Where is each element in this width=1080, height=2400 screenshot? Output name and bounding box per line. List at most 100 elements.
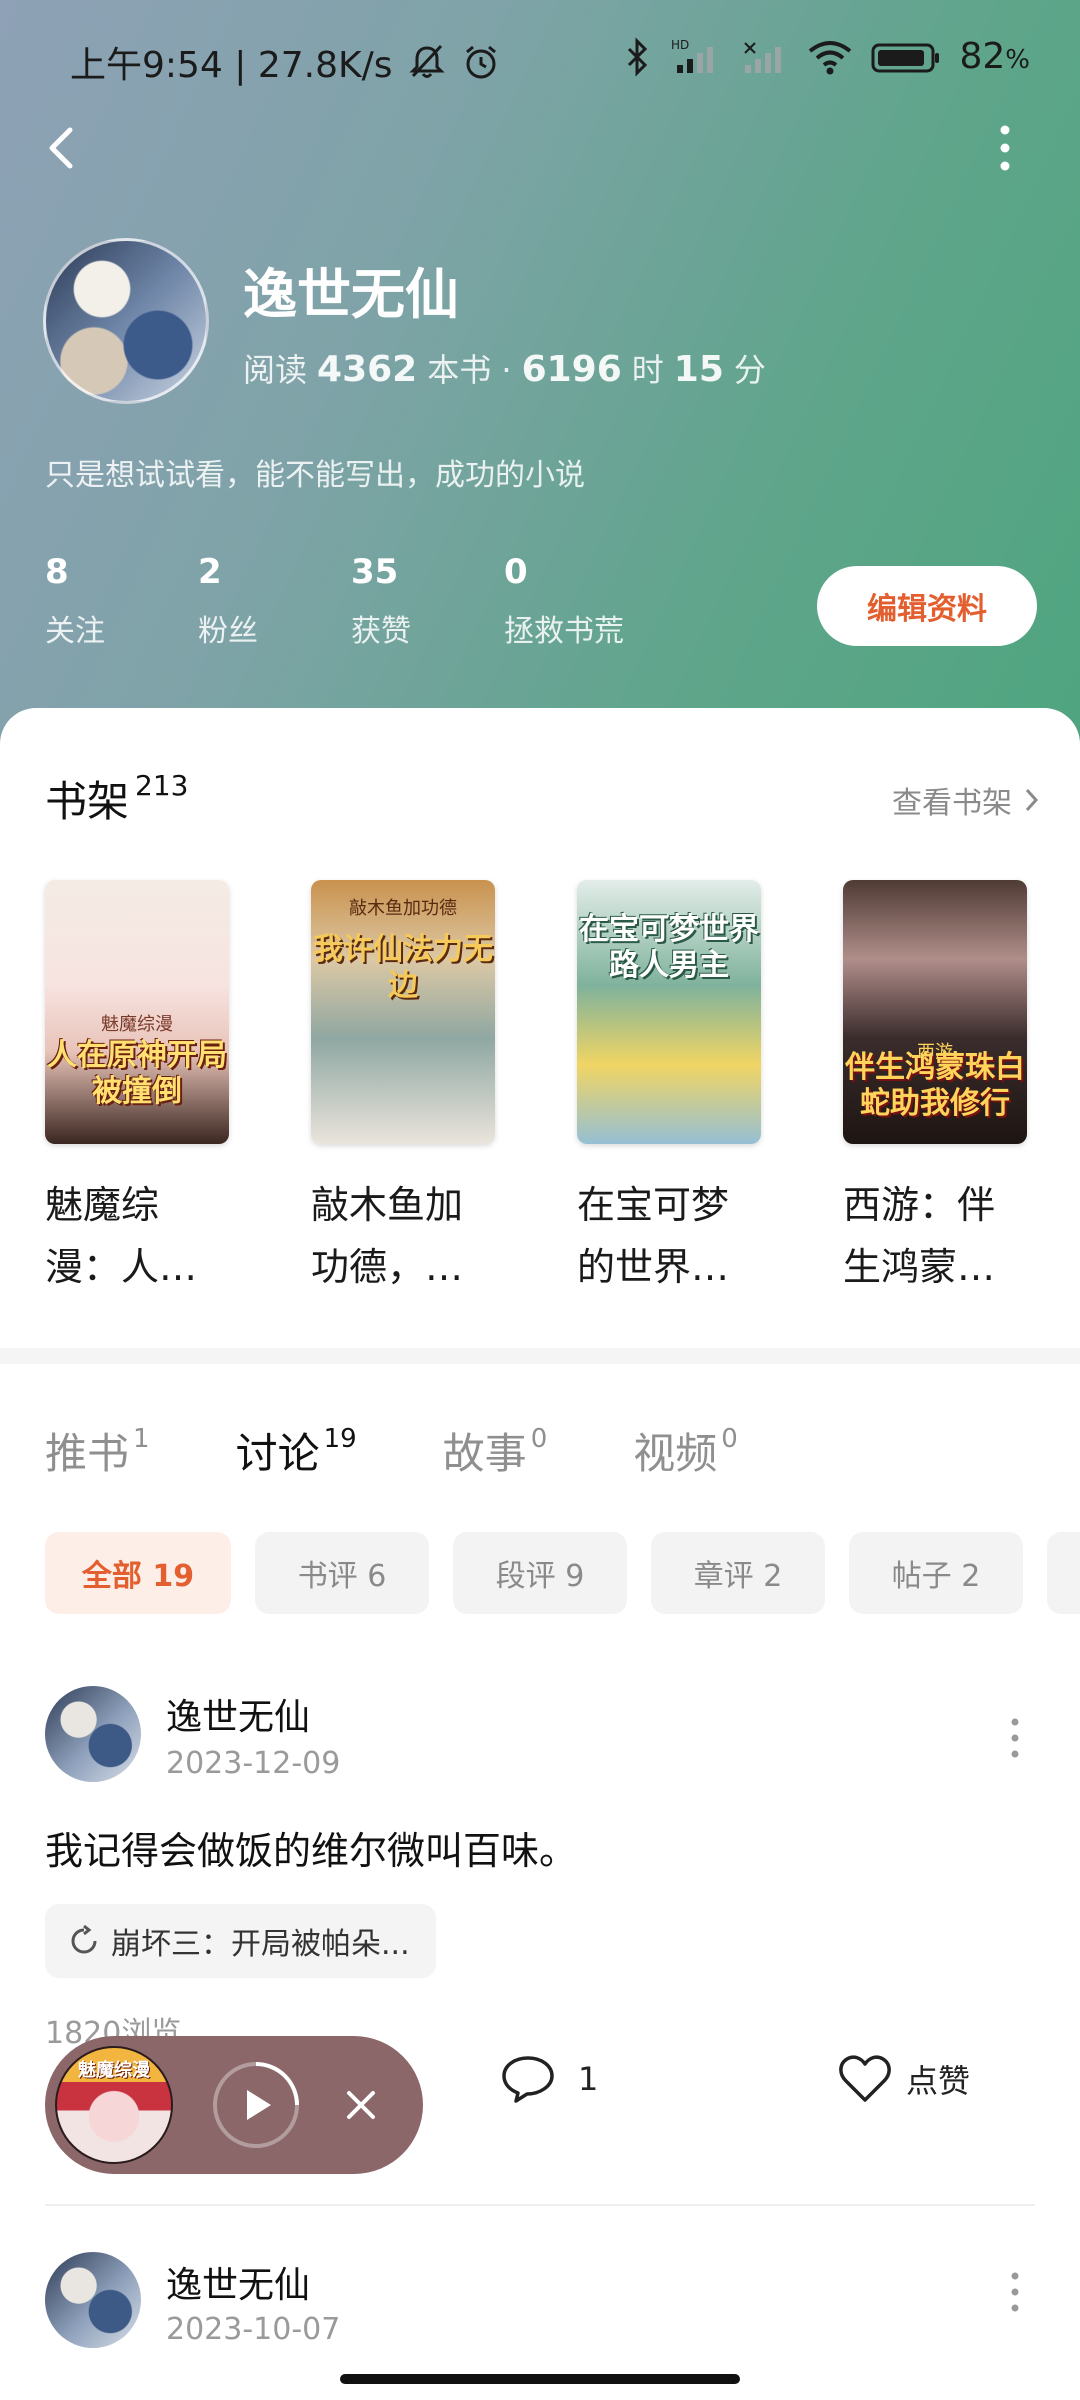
book-title: 敲木鱼加 功德，… <box>311 1174 511 1298</box>
tab-story[interactable]: 故事 0 <box>443 1420 548 1481</box>
book-title-line: 生鸿蒙… <box>843 1245 996 1289</box>
chip-book-review[interactable]: 书评 6 <box>255 1532 429 1614</box>
post-book-tag[interactable]: 崩坏三：开局被帕朵... <box>45 1904 436 1978</box>
book-item[interactable]: 魅魔综漫 人在原神开局被撞倒 魅魔综 漫：人… <box>45 880 229 1298</box>
floating-audio-player[interactable]: 魅魔综漫 <box>45 2036 423 2174</box>
book-title-line: 在宝可梦 <box>577 1183 730 1227</box>
battery-value: 82 <box>959 36 1006 77</box>
status-right: HD 82% <box>623 36 1030 77</box>
tab-count: 0 <box>721 1424 738 1454</box>
books-read-count: 4362 <box>317 349 418 390</box>
cover-title-text: 伴生鸿蒙珠白蛇助我修行 <box>845 1050 1025 1121</box>
profile-header: 上午9:54 | 27.8K/s HD 82% 逸世无仙 阅读 4362 本书 … <box>0 0 1080 760</box>
edit-profile-button[interactable]: 编辑资料 <box>817 566 1037 646</box>
stat-value: 0 <box>504 552 528 592</box>
post-author-name[interactable]: 逸世无仙 <box>166 2256 310 2308</box>
post-more-button[interactable] <box>1005 1708 1025 1768</box>
stat-value: 2 <box>198 552 222 592</box>
post-content[interactable]: 我记得会做饭的维尔微叫百味。 <box>45 1820 577 1875</box>
book-title: 在宝可梦 的世界… <box>577 1174 777 1298</box>
hours-unit: 时 <box>631 351 664 389</box>
section-divider <box>0 1348 1080 1364</box>
like-button[interactable]: 点赞 <box>838 2054 970 2104</box>
battery-icon <box>871 37 941 77</box>
book-title-line: 的世界… <box>577 1245 730 1289</box>
view-bookshelf-label: 查看书架 <box>892 786 1012 821</box>
more-options-button[interactable] <box>990 118 1020 178</box>
profile-avatar[interactable] <box>43 238 209 404</box>
cover-title-text: 人在原神开局被撞倒 <box>47 1038 227 1109</box>
post-separator <box>45 2204 1035 2206</box>
cover-top-text: 敲木鱼加功德 <box>349 898 457 919</box>
status-left: 上午9:54 | 27.8K/s <box>70 36 501 88</box>
svg-text:HD: HD <box>671 38 689 52</box>
book-item[interactable]: 西游 伴生鸿蒙珠白蛇助我修行 西游：伴 生鸿蒙… <box>843 880 1027 1298</box>
stat-label: 关注 <box>45 614 105 649</box>
status-bar: 上午9:54 | 27.8K/s HD 82% <box>0 30 1080 90</box>
cover-top-text: 魅魔综漫 <box>101 1014 173 1035</box>
book-cover: 敲木鱼加功德 我许仙法力无边 <box>311 880 495 1144</box>
signal-icon <box>741 37 789 77</box>
tab-label: 讨论 <box>235 1429 320 1478</box>
home-indicator[interactable] <box>340 2374 740 2384</box>
tab-discussion[interactable]: 讨论 19 <box>236 1420 357 1481</box>
chip-chapter-review[interactable]: 章评 2 <box>651 1532 825 1614</box>
tab-label: 视频 <box>633 1429 718 1478</box>
book-title-line: 功德，… <box>311 1245 464 1289</box>
battery-percent: 82% <box>959 36 1030 77</box>
stat-rescue[interactable]: 0 拯救书荒 <box>504 552 704 650</box>
post-author-avatar[interactable] <box>45 1686 141 1782</box>
like-label: 点赞 <box>906 2062 971 2100</box>
book-cover: 在宝可梦世界路人男主 <box>577 880 761 1144</box>
chip-posts[interactable]: 帖子 2 <box>849 1532 1023 1614</box>
stat-followers[interactable]: 2 粉丝 <box>198 552 351 650</box>
cover-title-text: 在宝可梦世界路人男主 <box>579 912 759 983</box>
post-more-button[interactable] <box>1005 2262 1025 2322</box>
book-item[interactable]: 在宝可梦世界路人男主 在宝可梦 的世界… <box>577 880 761 1298</box>
post-author-avatar[interactable] <box>45 2252 141 2348</box>
chip-all[interactable]: 全部 19 <box>45 1532 231 1614</box>
reading-stats: 阅读 4362 本书 · 6196 时 15 分 <box>243 345 766 391</box>
play-icon <box>213 2062 299 2148</box>
mute-bell-icon <box>407 42 447 82</box>
stat-label: 粉丝 <box>198 614 258 649</box>
close-player-button[interactable] <box>341 2085 381 2125</box>
bluetooth-icon <box>623 36 653 77</box>
book-item[interactable]: 敲木鱼加功德 我许仙法力无边 敲木鱼加 功德，… <box>311 880 495 1298</box>
post-author-name[interactable]: 逸世无仙 <box>166 1688 310 1740</box>
stat-label: 获赞 <box>351 614 411 649</box>
stat-following[interactable]: 8 关注 <box>45 552 198 650</box>
profile-stats: 8 关注 2 粉丝 35 获赞 0 拯救书荒 <box>45 552 704 650</box>
post-tag-label: 崩坏三：开局被帕朵... <box>111 1927 410 1962</box>
tab-recommend[interactable]: 推书 1 <box>45 1420 150 1481</box>
book-title-line: 魅魔综 <box>45 1183 160 1227</box>
book-title-line: 敲木鱼加 <box>311 1183 464 1227</box>
battery-unit: % <box>1005 45 1030 75</box>
hours-read: 6196 <box>521 349 622 390</box>
wifi-icon <box>807 37 853 77</box>
chevron-left-icon <box>49 127 73 169</box>
book-cover: 西游 伴生鸿蒙珠白蛇助我修行 <box>843 880 1027 1144</box>
chip-overflow[interactable] <box>1047 1532 1080 1614</box>
book-cover: 魅魔综漫 人在原神开局被撞倒 <box>45 880 229 1144</box>
filter-chips: 全部 19 书评 6 段评 9 章评 2 帖子 2 <box>45 1532 1080 1614</box>
comment-button[interactable]: 1 <box>500 2054 598 2104</box>
bookshelf-list: 魅魔综漫 人在原神开局被撞倒 魅魔综 漫：人… 敲木鱼加功德 我许仙法力无边 敲… <box>45 880 1027 1298</box>
cover-title-text: 我许仙法力无边 <box>313 932 493 1003</box>
player-cover-art[interactable]: 魅魔综漫 <box>55 2046 173 2164</box>
tab-video[interactable]: 视频 0 <box>633 1420 738 1481</box>
view-bookshelf-link[interactable]: 查看书架 <box>892 778 1040 822</box>
tab-count: 0 <box>530 1424 548 1454</box>
book-title-line: 漫：人… <box>45 1245 198 1289</box>
comment-count: 1 <box>578 2060 599 2098</box>
profile-name: 逸世无仙 <box>243 263 459 326</box>
back-button[interactable] <box>34 118 94 178</box>
stat-likes[interactable]: 35 获赞 <box>351 552 504 650</box>
stat-value: 8 <box>45 552 69 592</box>
play-button[interactable] <box>211 2060 301 2150</box>
heart-icon <box>839 2055 891 2102</box>
chip-paragraph-review[interactable]: 段评 9 <box>453 1532 627 1614</box>
more-vertical-icon <box>1011 1718 1019 1758</box>
post-date: 2023-10-07 <box>166 2312 341 2347</box>
book-title: 魅魔综 漫：人… <box>45 1174 245 1298</box>
